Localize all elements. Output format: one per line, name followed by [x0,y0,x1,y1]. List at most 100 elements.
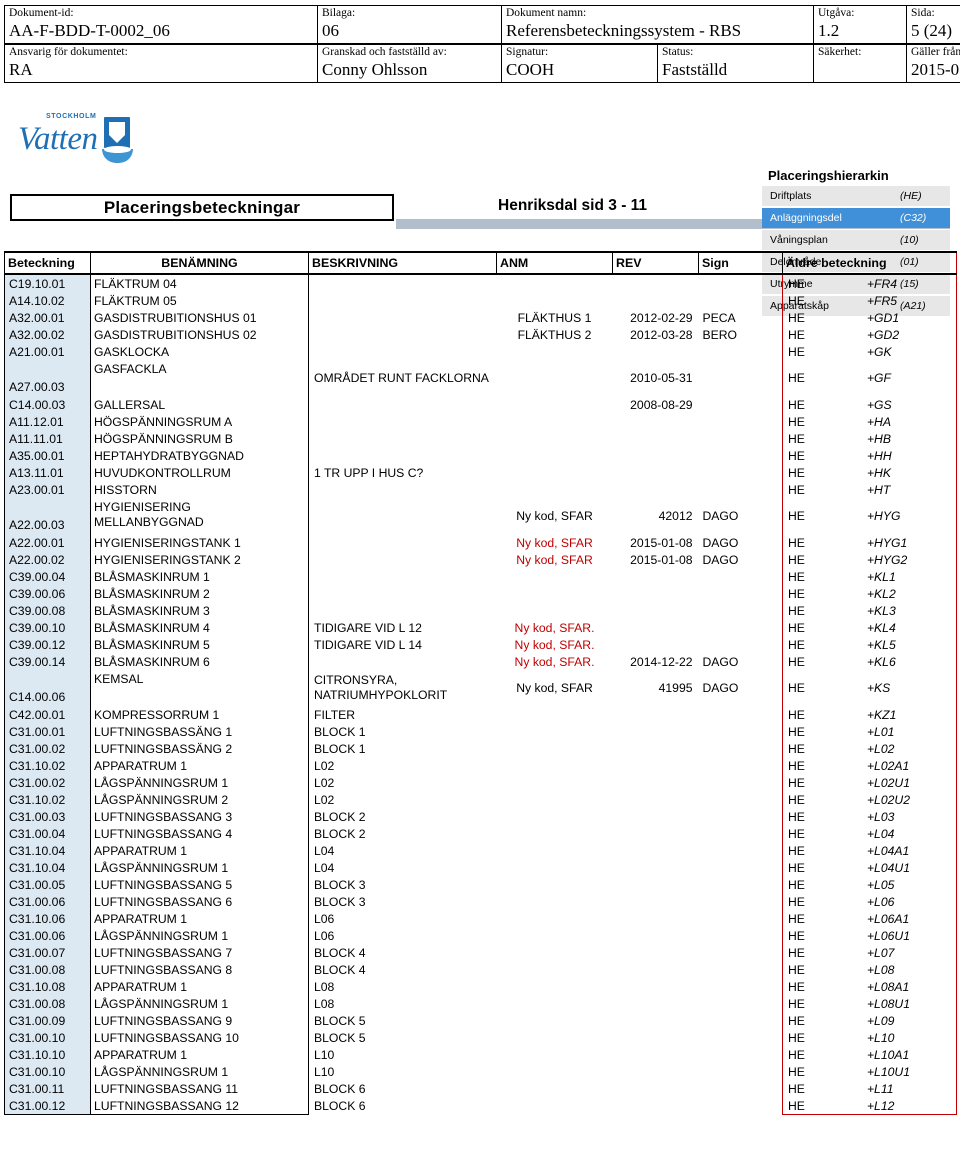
cell-beskrivning: BLOCK 3 [309,876,497,893]
cell-anm [497,791,613,808]
label-galler-fran: Gäller från: [911,46,960,59]
value-status: Fastställd [662,59,809,80]
table-row: C14.00.06KEMSALCITRONSYRA, NATRIUMHYPOKL… [5,670,957,706]
cell-sign: PECA [699,309,783,326]
cell-aldre-beteckning: HE+L02A1 [783,757,957,774]
old-designation-prefix: HE [788,725,805,739]
label-status: Status: [662,46,809,59]
table-row: C31.00.08LUFTNINGSBASSANG 8BLOCK 4HE+L08 [5,961,957,978]
doc-header-cell-bilaga: Bilaga: 06 [318,6,502,45]
cell-beteckning: C31.00.11 [5,1080,91,1097]
cell-beteckning: C31.10.02 [5,791,91,808]
value-utgava: 1.2 [818,20,902,41]
cell-benamning: LUFTNINGSBASSANG 5 [91,876,309,893]
old-designation-code: +KL2 [867,587,896,601]
old-designation-code: +L06U1 [867,929,910,943]
old-designation-prefix: HE [788,810,805,824]
cell-sign [699,910,783,927]
old-designation-code: +KS [867,681,890,695]
table-row: C39.00.10BLÅSMASKINRUM 4TIDIGARE VID L 1… [5,619,957,636]
old-designation-code: +L05 [867,878,894,892]
cell-rev [613,274,699,292]
cell-anm [497,1080,613,1097]
old-designation-prefix: HE [788,861,805,875]
cell-beteckning: C31.00.08 [5,995,91,1012]
cell-rev [613,447,699,464]
cell-anm [497,1046,613,1063]
cell-beteckning: C31.10.10 [5,1046,91,1063]
hierarchy-label: Våningsplan [770,234,828,246]
doc-header-cell-signatur: Signatur: COOH [502,44,658,83]
cell-benamning: LÅGSPÄNNINGSRUM 1 [91,995,309,1012]
cell-benamning: LÅGSPÄNNINGSRUM 1 [91,927,309,944]
cell-aldre-beteckning: HE+L07 [783,944,957,961]
table-row: C14.00.03GALLERSAL2008-08-29HE+GS [5,396,957,413]
cell-beteckning: C19.10.01 [5,274,91,292]
old-designation-prefix: HE [788,827,805,841]
cell-beteckning: C31.00.12 [5,1097,91,1115]
old-designation-prefix: HE [788,912,805,926]
old-designation-code: +L10A1 [867,1048,909,1062]
cell-aldre-beteckning: HE+L09 [783,1012,957,1029]
cell-anm [497,360,613,396]
cell-benamning: KEMSAL [91,670,309,706]
cell-benamning: APPARATRUM 1 [91,978,309,995]
cell-anm [497,413,613,430]
cell-aldre-beteckning: HE+L02U1 [783,774,957,791]
cell-sign [699,360,783,396]
value-granskad: Conny Ohlsson [322,59,497,80]
cell-aldre-beteckning: HE+KL3 [783,602,957,619]
cell-beskrivning [309,309,497,326]
cell-sign [699,481,783,498]
cell-benamning: HÖGSPÄNNINGSRUM B [91,430,309,447]
value-ansvarig: RA [9,59,313,80]
cell-rev [613,757,699,774]
cell-benamning: FLÄKTRUM 05 [91,292,309,309]
cell-benamning: FLÄKTRUM 04 [91,274,309,292]
cell-benamning: APPARATRUM 1 [91,1046,309,1063]
cell-benamning: GASDISTRUBITIONSHUS 02 [91,326,309,343]
cell-sign [699,995,783,1012]
cell-beteckning: C31.00.02 [5,740,91,757]
cell-beteckning: A21.00.01 [5,343,91,360]
cell-beteckning: A23.00.01 [5,481,91,498]
old-designation-code: +L12 [867,1099,894,1113]
old-designation-code: +FR5 [867,294,897,308]
cell-beteckning: C31.00.09 [5,1012,91,1029]
table-row: A13.11.01HUVUDKONTROLLRUM1 TR UPP I HUS … [5,464,957,481]
cell-beskrivning: L02 [309,791,497,808]
cell-sign [699,447,783,464]
old-designation-prefix: HE [788,963,805,977]
cell-rev [613,995,699,1012]
cell-rev [613,1012,699,1029]
cell-rev [613,791,699,808]
cell-sign [699,978,783,995]
cell-beteckning: C31.00.03 [5,808,91,825]
cell-aldre-beteckning: HE+L01 [783,723,957,740]
cell-rev [613,1097,699,1115]
cell-sign [699,825,783,842]
table-row: C31.00.02LÅGSPÄNNINGSRUM 1L02HE+L02U1 [5,774,957,791]
label-sida: Sida: [911,7,960,20]
old-designation-prefix: HE [788,844,805,858]
cell-rev [613,774,699,791]
old-designation-code: +GD1 [867,311,899,325]
cell-benamning: KOMPRESSORRUM 1 [91,706,309,723]
old-designation-prefix: HE [788,432,805,446]
cell-aldre-beteckning: HE+L12 [783,1097,957,1115]
old-designation-code: +L04A1 [867,844,909,858]
cell-anm [497,447,613,464]
table-row: C31.00.01LUFTNINGSBASSÄNG 1BLOCK 1HE+L01 [5,723,957,740]
cell-aldre-beteckning: HE+FR4 [783,274,957,292]
cell-aldre-beteckning: HE+L10U1 [783,1063,957,1080]
cell-beteckning: C31.00.04 [5,825,91,842]
cell-sign: BERO [699,326,783,343]
cell-anm [497,274,613,292]
cell-anm [497,292,613,309]
cell-aldre-beteckning: HE+GK [783,343,957,360]
table-row: C31.00.07LUFTNINGSBASSANG 7BLOCK 4HE+L07 [5,944,957,961]
old-designation-code: +L09 [867,1014,894,1028]
cell-aldre-beteckning: HE+L08U1 [783,995,957,1012]
cell-rev [613,910,699,927]
value-galler-fran: 2015-03-31 [911,59,960,80]
